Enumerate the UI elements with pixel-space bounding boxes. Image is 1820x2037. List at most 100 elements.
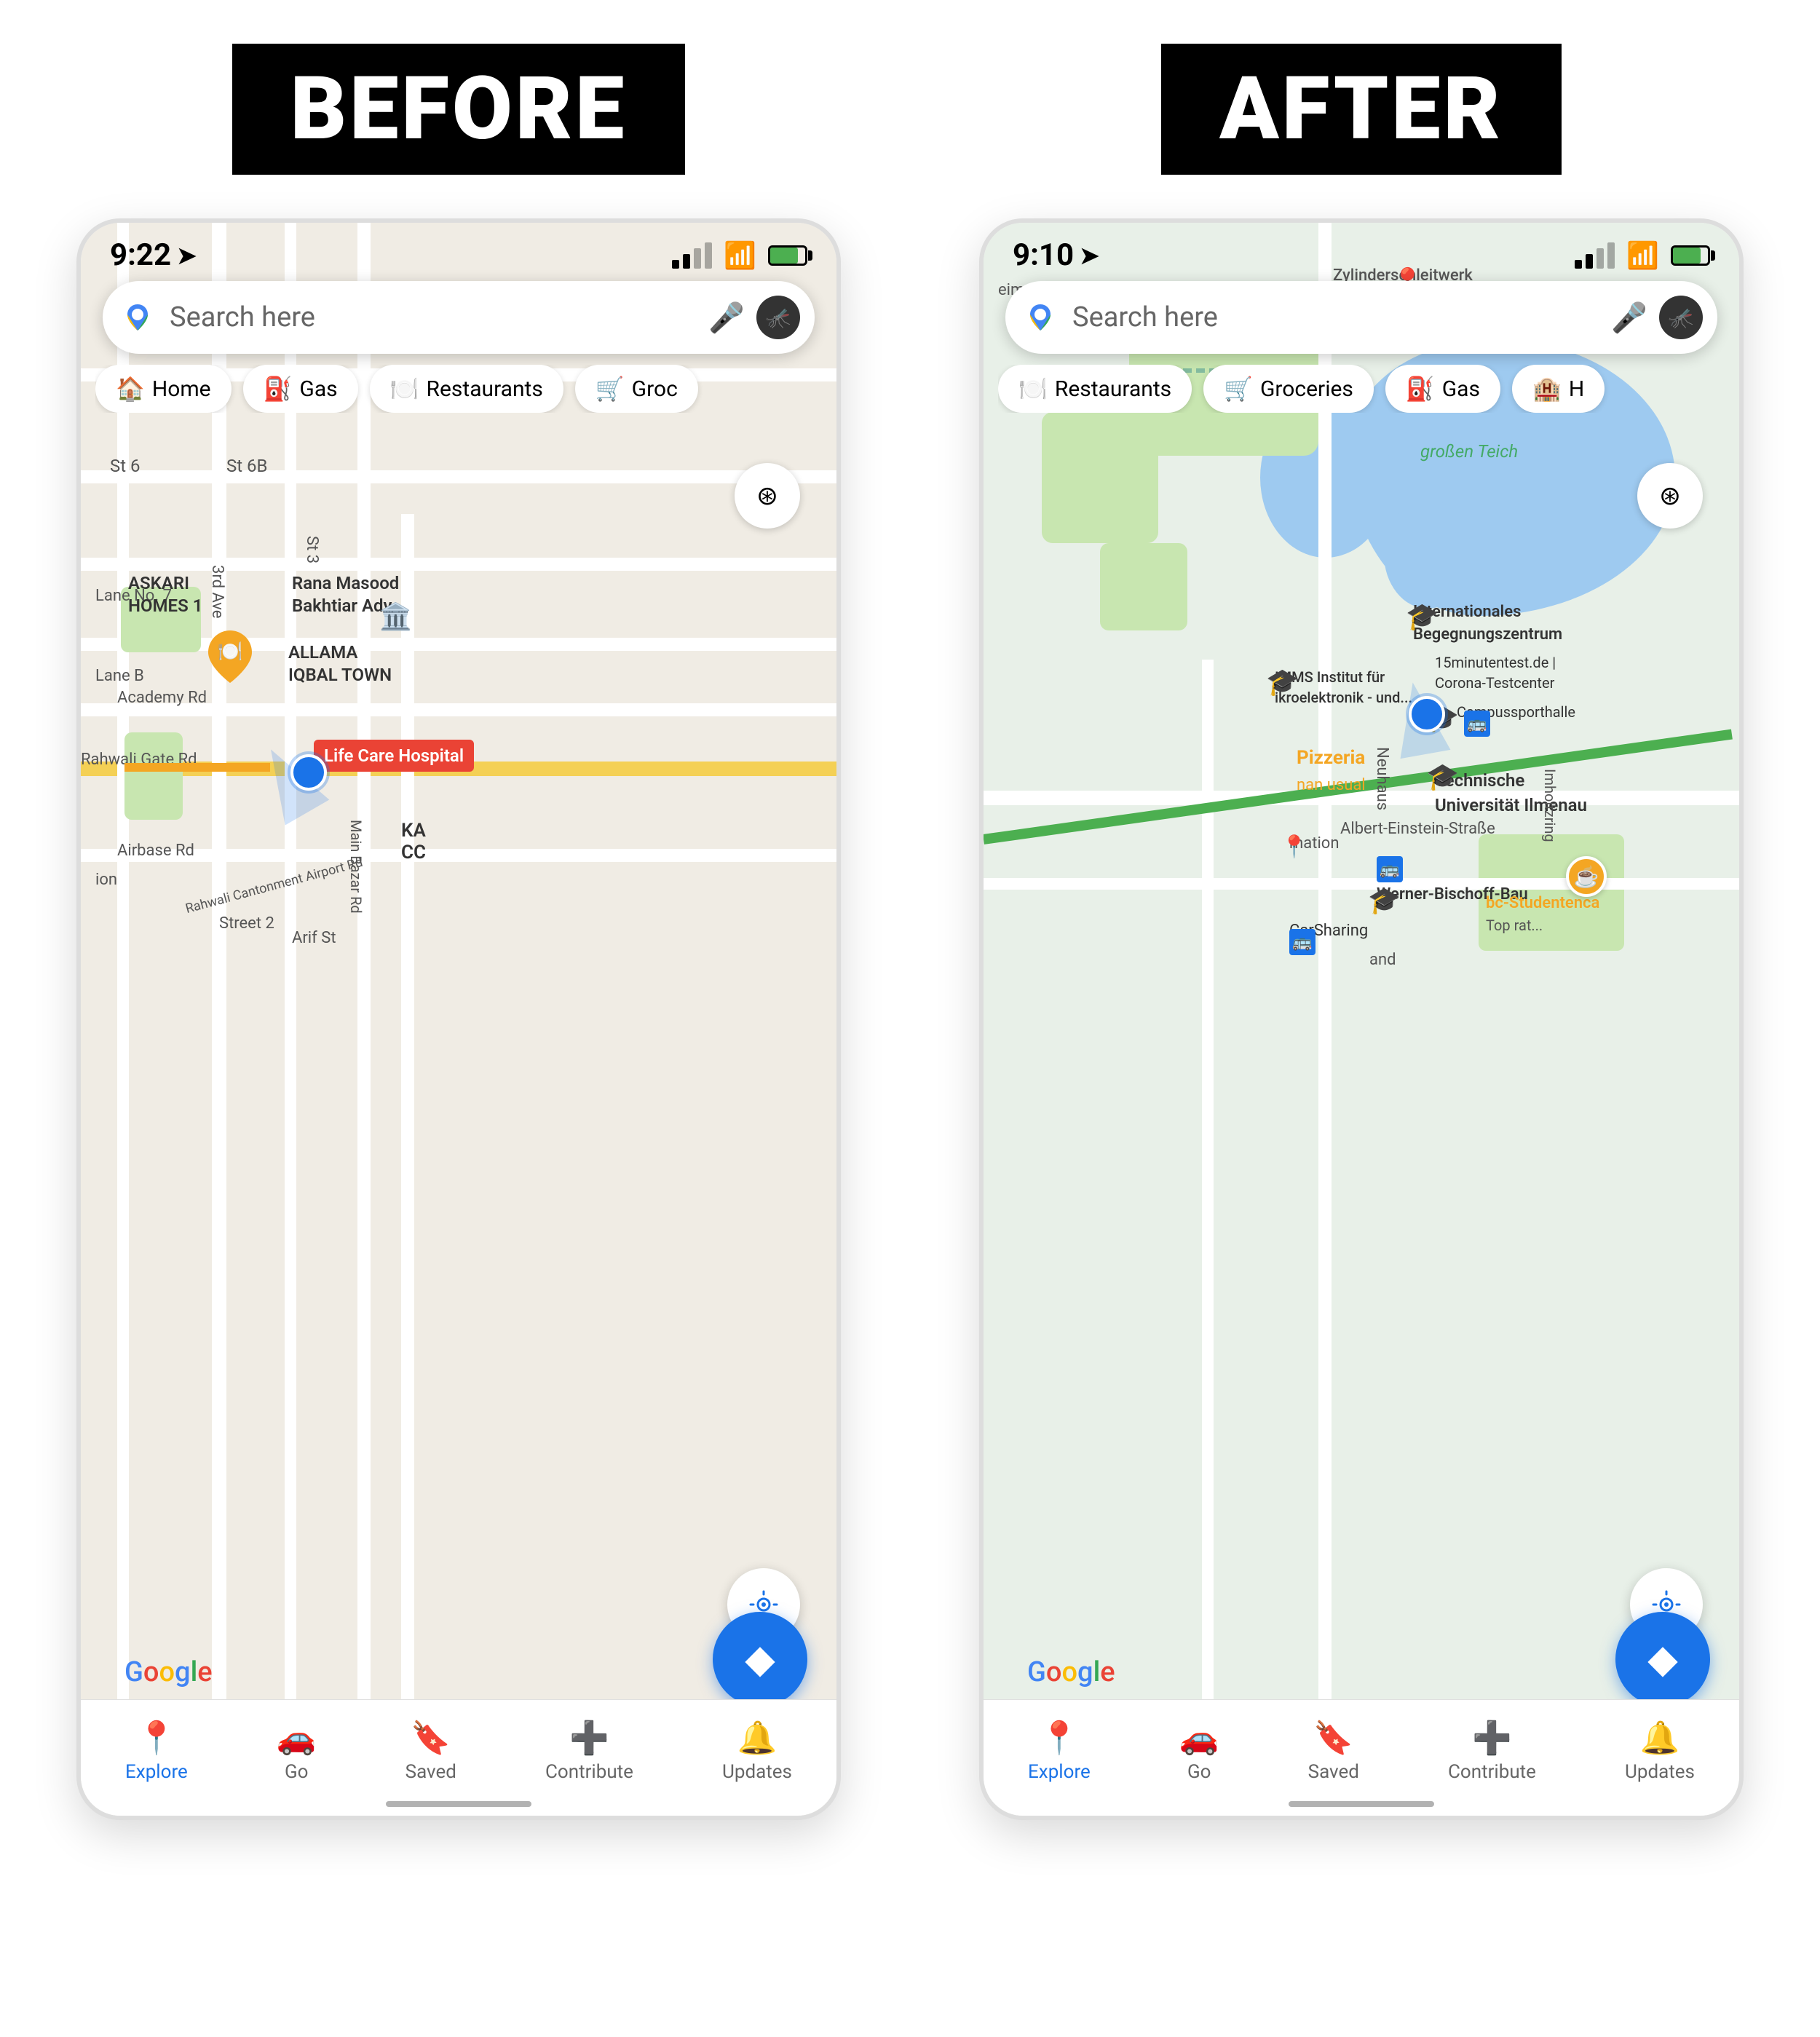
nav-saved-before[interactable]: 🔖 Saved — [405, 1719, 456, 1783]
park-after-3 — [1100, 543, 1187, 630]
chip-home[interactable]: 🏠 Home — [95, 365, 232, 413]
poi-icon-mation: 📍 — [1281, 834, 1307, 860]
road-horiz-2 — [984, 878, 1739, 890]
poi-icon-werner: 🎓 — [1368, 885, 1401, 916]
maps-logo-before — [117, 297, 158, 338]
direction-button-after[interactable]: ◆ — [1615, 1612, 1710, 1706]
road-vert-1 — [1318, 223, 1332, 1816]
road-label-3rdave: 3rd Ave — [208, 565, 226, 618]
road-label-laneb: Lane B — [95, 667, 144, 685]
bus-icon-1: 🚌 — [1464, 711, 1490, 737]
street-h3 — [81, 558, 836, 571]
after-label-and: and — [1369, 951, 1396, 969]
wifi-before: 📶 — [724, 240, 756, 271]
nav-contribute-icon-before: ➕ — [569, 1719, 609, 1757]
nav-saved-icon-after: 🔖 — [1313, 1719, 1353, 1757]
layer-button-before[interactable]: ⊛ — [735, 463, 800, 529]
bottom-nav-after: 📍 Explore 🚗 Go 🔖 Saved ➕ Contribute 🔔 — [984, 1699, 1739, 1816]
street-v3 — [285, 223, 296, 1816]
street-v2 — [212, 223, 226, 1816]
road-label-arif: Arif St — [292, 929, 336, 947]
chip-restaurants[interactable]: 🍽️ Restaurants — [370, 365, 563, 413]
before-label: BEFORE — [232, 44, 686, 175]
svg-text:🍽️: 🍽️ — [218, 639, 243, 663]
after-label-einstein: Albert-Einstein-Straße — [1340, 820, 1495, 838]
nav-saved-label-after: Saved — [1308, 1761, 1359, 1783]
nav-saved-after[interactable]: 🔖 Saved — [1308, 1719, 1359, 1783]
direction-button-before[interactable]: ◆ — [713, 1612, 807, 1706]
nav-go-icon-before: 🚗 — [277, 1719, 317, 1757]
time-after: 9:10 ➤ — [1013, 237, 1099, 273]
nav-go-after[interactable]: 🚗 Go — [1179, 1719, 1219, 1783]
coffee-marker: ☕ — [1566, 856, 1607, 897]
institution-icon: 🏛️ — [379, 601, 412, 632]
before-panel: BEFORE — [36, 44, 881, 1820]
park-after-2 — [1042, 412, 1158, 543]
after-phone: Zylinderschleitwerk Feuerstein eimarer S… — [979, 218, 1744, 1820]
nav-saved-icon-before: 🔖 — [411, 1719, 451, 1757]
location-arrow-after: ➤ — [1080, 242, 1099, 269]
nav-go-before[interactable]: 🚗 Go — [277, 1719, 317, 1783]
nav-updates-before[interactable]: 🔔 Updates — [722, 1719, 792, 1783]
chip-groceries-after[interactable]: 🛒 Groceries — [1203, 365, 1374, 413]
road-label-airbase: Airbase Rd — [117, 842, 194, 860]
chip-hotel-after[interactable]: 🏨 H — [1512, 365, 1605, 413]
google-logo-before: Google — [124, 1656, 213, 1688]
maps-logo-after — [1020, 297, 1061, 338]
chip-groceries[interactable]: 🛒 Groc — [575, 365, 698, 413]
park-2 — [124, 732, 183, 820]
battery-after — [1671, 245, 1710, 266]
road-vert-2 — [1202, 660, 1214, 1816]
nav-explore-label-after: Explore — [1028, 1761, 1091, 1783]
nav-explore-label-before: Explore — [125, 1761, 188, 1783]
nav-contribute-after[interactable]: ➕ Contribute — [1448, 1719, 1536, 1783]
signal-after — [1575, 242, 1615, 269]
status-icons-before: 📶 — [672, 240, 807, 271]
nav-updates-icon-after: 🔔 — [1640, 1719, 1680, 1757]
nav-explore-icon-before: 📍 — [137, 1719, 177, 1757]
nav-go-label-before: Go — [285, 1761, 309, 1783]
poi-ion: ion — [95, 871, 117, 889]
layer-button-after[interactable]: ⊛ — [1637, 463, 1703, 529]
comparison-container: BEFORE — [36, 44, 1784, 1820]
nav-go-label-after: Go — [1187, 1761, 1211, 1783]
road-label-st6b: St 6B — [226, 456, 268, 476]
road-label-cantonment: Rahwali Cantonment Airport Rd — [184, 855, 365, 917]
hospital-marker: Life Care Hospital — [314, 740, 474, 772]
street-v5 — [401, 514, 414, 1816]
mic-icon-after[interactable]: 🎤 — [1611, 301, 1647, 335]
poi-icon-imms: 🎓 — [1266, 667, 1299, 697]
nav-explore-before[interactable]: 📍 Explore — [125, 1719, 188, 1783]
nav-saved-label-before: Saved — [405, 1761, 456, 1783]
avatar-before[interactable]: 🦟 — [756, 296, 800, 339]
chip-gas[interactable]: ⛽ Gas — [243, 365, 358, 413]
mic-icon-before[interactable]: 🎤 — [708, 301, 745, 335]
orange-road — [124, 763, 270, 772]
nav-explore-icon-after: 📍 — [1040, 1719, 1080, 1757]
search-bar-before[interactable]: Search here 🎤 🦟 — [103, 281, 815, 354]
search-bar-after[interactable]: Search here 🎤 🦟 — [1005, 281, 1717, 354]
poi-allama: ALLAMAIQBAL TOWN — [288, 641, 392, 687]
lake-small — [1384, 499, 1471, 609]
home-indicator-before — [386, 1801, 531, 1807]
signal-before — [672, 242, 712, 269]
poi-icon-intl: 🎓 — [1406, 601, 1439, 632]
after-map-bg: Zylinderschleitwerk Feuerstein eimarer S… — [984, 223, 1739, 1816]
poi-icon-tu: 🎓 — [1426, 762, 1459, 792]
poi-kacc: KACC — [401, 820, 426, 863]
nav-contribute-label-before: Contribute — [545, 1761, 633, 1783]
before-phone: St 8B St 6 St 6B St 3 Lane No. 7 Lane B … — [76, 218, 841, 1820]
after-label: AFTER — [1161, 44, 1562, 175]
chip-restaurants-after[interactable]: 🍽️ Restaurants — [998, 365, 1192, 413]
nav-updates-after[interactable]: 🔔 Updates — [1625, 1719, 1695, 1783]
chip-gas-after[interactable]: ⛽ Gas — [1385, 365, 1500, 413]
after-label-imholtz: Imholtzring — [1541, 769, 1559, 842]
search-text-before: Search here — [170, 301, 697, 333]
after-panel: AFTER — [939, 44, 1784, 1820]
avatar-after[interactable]: 🦟 — [1659, 296, 1703, 339]
nav-contribute-before[interactable]: ➕ Contribute — [545, 1719, 633, 1783]
road-label-street2: Street 2 — [219, 914, 274, 933]
nav-explore-after[interactable]: 📍 Explore — [1028, 1719, 1091, 1783]
nav-updates-label-after: Updates — [1625, 1761, 1695, 1783]
status-icons-after: 📶 — [1575, 240, 1710, 271]
